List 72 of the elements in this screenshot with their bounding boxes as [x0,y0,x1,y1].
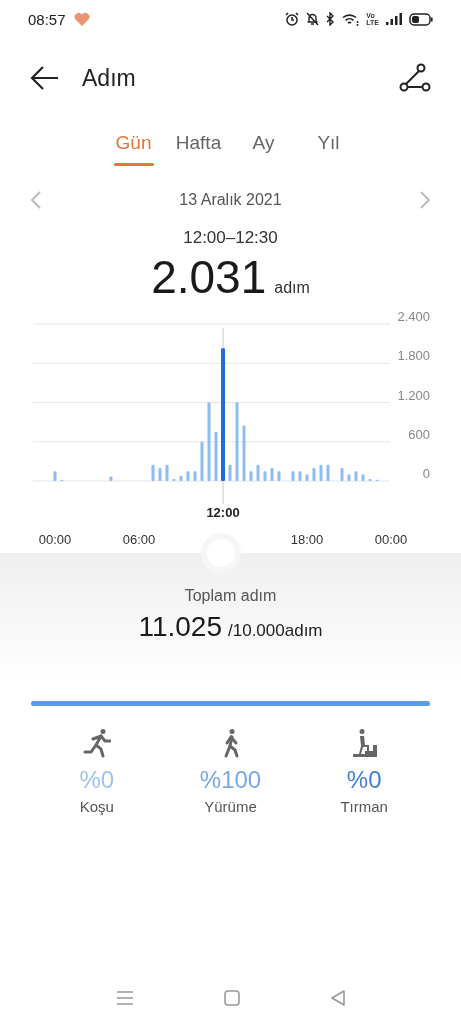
running-person-icon [82,728,111,758]
chevron-left-icon[interactable] [30,190,42,210]
chevron-right-icon[interactable] [419,190,431,210]
step-count: 2.031 [151,250,267,304]
axis-label: 0 [422,466,430,481]
bar [354,471,358,481]
route-icon[interactable] [399,63,431,93]
total-steps: 11.025 [138,611,222,643]
percent-value: %100 [199,766,262,794]
bar [305,474,309,481]
date-label: 13 Aralık 2021 [179,191,282,209]
bar [312,467,316,481]
home-icon[interactable] [223,990,240,1006]
activity-label: Yürüme [204,798,257,815]
bar [186,471,190,481]
selected-time-label: 12:00 [206,505,240,520]
activity-label: Tırman [340,798,388,815]
bar [298,471,302,481]
back-arrow-icon[interactable] [30,65,60,91]
bar [228,464,232,481]
unit-label: adım [274,279,310,297]
bar [179,475,183,481]
bar [193,471,197,481]
bar [270,467,274,481]
bar [242,425,246,481]
bar [340,467,344,481]
muted-bell-icon [306,12,320,26]
bar [249,471,253,481]
bar [158,467,162,481]
signal-icon [386,13,402,25]
period-tab[interactable]: Hafta [166,126,231,174]
axis-label: 2.400 [397,309,430,324]
climbing-stairs-icon [351,728,378,758]
bluetooth-icon [326,12,336,26]
bar [361,474,365,481]
menu-icon[interactable] [115,990,134,1006]
bar [347,474,351,481]
bar [200,441,204,481]
axis-label: 06:00 [122,532,156,547]
bar [256,464,260,481]
back-icon[interactable] [329,990,346,1006]
battery-icon [409,12,433,26]
percent-value: %0 [79,766,115,794]
axis-label: 18:00 [290,532,324,547]
bar [109,476,113,481]
axis-label: 1.200 [397,387,430,403]
bar [263,471,267,481]
page-title: Adım [82,64,137,92]
alarm-icon [285,12,300,26]
activity-label: Koşu [79,798,114,815]
period-tab[interactable]: Ay [231,126,296,174]
status-time: 08:57 [28,10,66,28]
bar [165,464,169,481]
bar [151,464,155,481]
period-tab[interactable]: Yıl [296,126,361,174]
axis-label: 00:00 [38,532,72,547]
heart-icon [73,12,90,26]
axis-label: 00:00 [374,532,408,547]
total-label: Toplam adım [183,587,278,605]
bar [319,464,323,481]
period-tab[interactable]: Gün [101,126,166,174]
time-range: 12:00–12:30 [182,228,279,248]
bar [277,471,281,481]
axis-label: 1.800 [397,348,430,364]
bar [291,471,295,481]
bar [53,471,57,481]
axis-label: 600 [408,426,430,442]
wifi-icon [342,12,360,26]
bar [214,431,218,481]
bar [326,464,330,481]
percent-value: %0 [346,766,382,794]
goal-label: /10.000adım [228,621,323,641]
